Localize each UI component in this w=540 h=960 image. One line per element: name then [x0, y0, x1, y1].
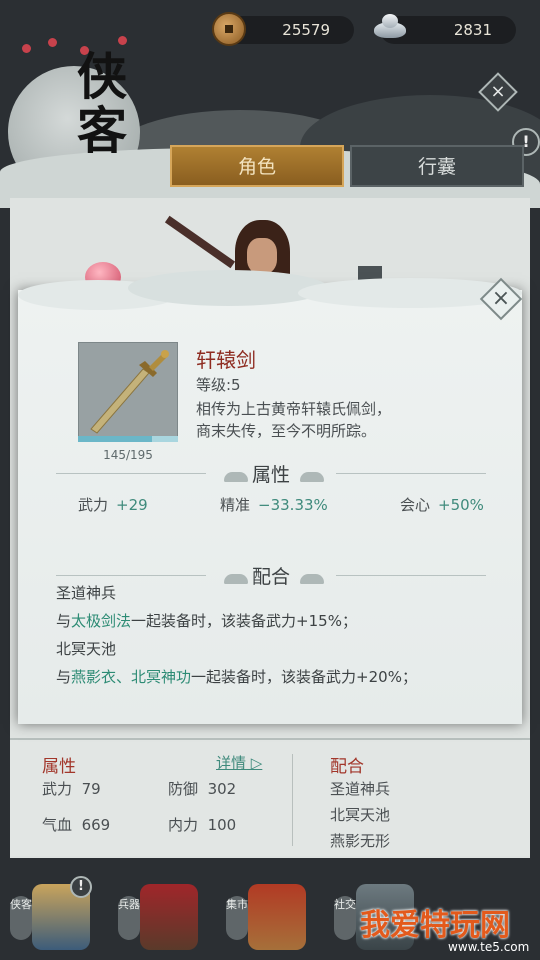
item-name: 轩辕剑 — [196, 348, 256, 372]
silver-ingot-icon — [372, 12, 408, 42]
attribute-power: 武力 +29 — [78, 496, 148, 514]
progress-fill — [78, 436, 153, 442]
shop-building-icon — [140, 884, 198, 950]
combo-set-name: 北冥天池 — [56, 640, 117, 658]
stats-attr-title: 属性 — [42, 757, 76, 777]
combo-title: 配合 — [251, 566, 290, 588]
item-level: 等级:5 — [196, 376, 241, 394]
market-stall-icon — [248, 884, 306, 950]
item-shard-progress — [78, 436, 178, 442]
close-icon: × — [491, 286, 511, 311]
cloud-decoration — [18, 270, 522, 310]
attribute-accuracy: 精准 −33.33% — [220, 496, 328, 514]
alert-icon: ! — [70, 876, 92, 898]
silver-value: 2831 — [453, 21, 492, 39]
stats-combo-title: 配合 — [330, 757, 364, 777]
tab-bag[interactable]: 行囊 — [350, 145, 524, 187]
divider — [292, 754, 293, 846]
combo-set-name: 圣道神兵 — [56, 584, 117, 602]
combo-skill-link[interactable]: 燕影衣、北冥神功 — [71, 668, 191, 686]
combo-skill-link[interactable]: 太极剑法 — [71, 612, 131, 630]
nav-item-label: 社交 — [334, 896, 356, 940]
combo-list-item: 燕影无形 — [330, 832, 391, 850]
nav-item-label: 集市 — [226, 896, 248, 940]
nav-item-weapons[interactable]: 兵器 — [118, 876, 200, 956]
page-title: 侠 客 — [77, 47, 127, 160]
item-description: 相传为上古黄帝轩辕氏佩剑， 商末失传，至今不明所踪。 — [196, 400, 392, 440]
stats-details-link[interactable]: 详情 ▷ — [216, 752, 262, 773]
watermark: 我爱特玩网 — [360, 908, 510, 943]
nav-item-hero[interactable]: 侠客 ! — [10, 876, 92, 956]
item-image — [78, 342, 178, 442]
nav-item-market[interactable]: 集市 — [226, 876, 308, 956]
combo-list-item: 北冥天池 — [330, 806, 391, 824]
coin-value: 25579 — [282, 21, 330, 39]
combo-effect: 与燕影衣、北冥神功一起装备时，该装备武力+20%； — [56, 668, 417, 686]
stat-row: 内力 100 — [168, 816, 237, 834]
stat-row: 气血 669 — [42, 816, 111, 834]
combo-effect: 与太极剑法一起装备时，该装备武力+15%； — [56, 612, 357, 630]
watermark-url: www.te5.com — [448, 940, 530, 954]
nav-item-label: 兵器 — [118, 896, 140, 940]
stat-row: 防御 302 — [168, 780, 237, 798]
attribute-critical: 会心 +50% — [400, 496, 484, 514]
attributes-title: 属性 — [251, 464, 290, 486]
attributes-header: 属性 — [56, 460, 486, 486]
stat-row: 武力 79 — [42, 780, 101, 798]
combo-list-item: 圣道神兵 — [330, 780, 391, 798]
close-icon: × — [490, 81, 506, 102]
sword-icon — [79, 343, 177, 441]
nav-item-label: 侠客 — [10, 896, 32, 940]
tab-role[interactable]: 角色 — [170, 145, 344, 187]
combo-header: 配合 — [56, 562, 486, 588]
